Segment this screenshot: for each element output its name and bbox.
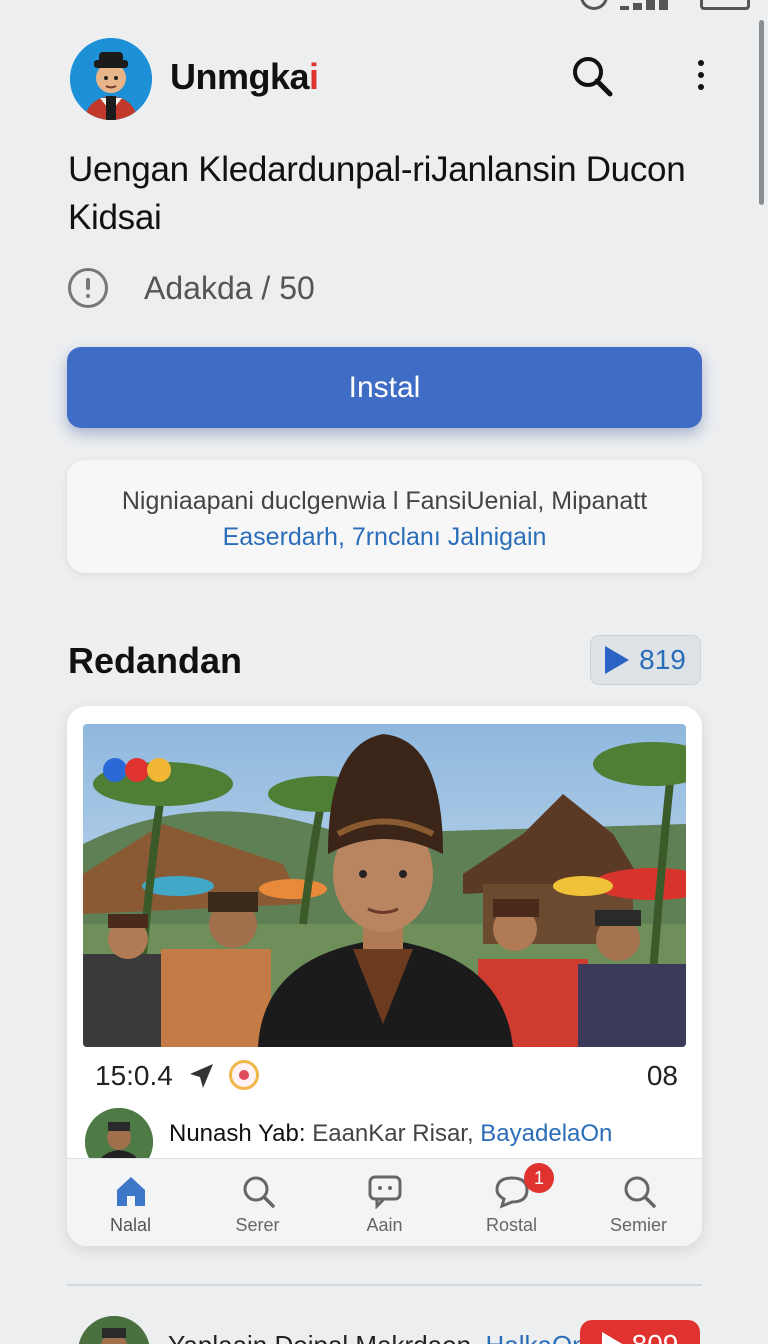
scrollbar[interactable] <box>759 20 764 205</box>
video-time: 15:0.4 <box>95 1060 173 1091</box>
comment-text: Nunash Yab: EaanKar Risar, BayadelaOn <box>169 1120 612 1148</box>
comment-row[interactable]: Nunash Yab: EaanKar Risar, BayadelaOn <box>85 1108 685 1176</box>
video-meta: 15:0.4 08 <box>95 1056 678 1096</box>
app-name: Unmgkai <box>170 56 319 97</box>
video-duration: 08 <box>646 1060 678 1091</box>
meta-row: Adakda / 50 <box>68 266 468 310</box>
nav-label: Nalal <box>109 1215 152 1235</box>
reaction-icon[interactable] <box>229 1060 259 1090</box>
meta-text: Adakda / 50 <box>144 270 315 306</box>
media-card: 15:0.4 08 Nunash Yab: EaanKar Risar, Bay… <box>67 706 702 1246</box>
section-title: Redandan <box>68 640 243 681</box>
status-bar <box>548 0 768 14</box>
info-card: Nigniaapani duclgenwia l FansiUenial, Mi… <box>67 460 702 573</box>
install-button[interactable]: Instal <box>67 347 702 428</box>
play-icon <box>605 646 630 674</box>
nav-item-home[interactable]: Nalal <box>67 1159 194 1246</box>
search-icon <box>243 1176 275 1208</box>
list-item-avatar[interactable] <box>78 1316 150 1344</box>
navigation-arrow-icon[interactable] <box>187 1062 215 1090</box>
list-item-link[interactable]: HalkaOn <box>485 1330 586 1344</box>
wifi-icon <box>580 0 608 10</box>
list-item[interactable]: Yaplaain Deipal Makrdaen. HalkaOn 809 <box>70 1310 705 1344</box>
video-count-badge[interactable]: 809 <box>580 1320 700 1344</box>
info-line-1: Nigniaapani duclgenwia l FansiUenial, Mi… <box>121 487 648 515</box>
nav-item-search-2[interactable]: Semier <box>575 1159 702 1246</box>
comment-link[interactable]: BayadelaOn <box>480 1120 612 1147</box>
nav-label: Aain <box>366 1215 403 1235</box>
home-icon <box>116 1177 145 1206</box>
video-thumbnail[interactable] <box>83 724 686 1047</box>
nav-label: Rostal <box>485 1215 538 1235</box>
brand-dots-icon <box>103 758 171 782</box>
search-button[interactable] <box>570 54 614 98</box>
play-count-button[interactable]: 819 <box>590 635 701 685</box>
nav-item-chat[interactable]: Aain <box>321 1159 448 1246</box>
more-options-button[interactable] <box>688 54 714 98</box>
nav-label: Semier <box>609 1215 667 1235</box>
search-icon <box>624 1176 656 1208</box>
search-icon <box>573 57 613 97</box>
battery-icon <box>700 0 750 10</box>
divider <box>67 1284 702 1286</box>
nav-label: Serer <box>235 1215 280 1235</box>
bottom-nav: Nalal Serer Aain 1 Rostal Semier <box>67 1158 702 1246</box>
nav-item-search[interactable]: Serer <box>194 1159 321 1246</box>
page-title: Uengan Kledardunpal-riJanlansin Ducon Ki… <box>68 150 686 237</box>
info-link[interactable]: Easerdarh, 7rnclanı Jalnigain <box>67 519 702 555</box>
comment-author[interactable]: Nunash Yab: <box>169 1120 306 1147</box>
chat-icon <box>368 1175 401 1209</box>
app-avatar[interactable] <box>70 38 152 120</box>
info-icon <box>68 268 108 308</box>
app-header: Unmgkai <box>70 36 720 120</box>
comment-body: EaanKar Risar, <box>305 1120 481 1147</box>
notification-badge: 1 <box>524 1163 554 1193</box>
play-count: 819 <box>639 644 686 675</box>
list-item-text: Yaplaain Deipal Makrdaen. HalkaOn <box>168 1330 587 1344</box>
signal-icon <box>620 0 684 10</box>
play-icon <box>601 1332 624 1344</box>
nav-item-notifications[interactable]: 1 Rostal <box>448 1159 575 1246</box>
